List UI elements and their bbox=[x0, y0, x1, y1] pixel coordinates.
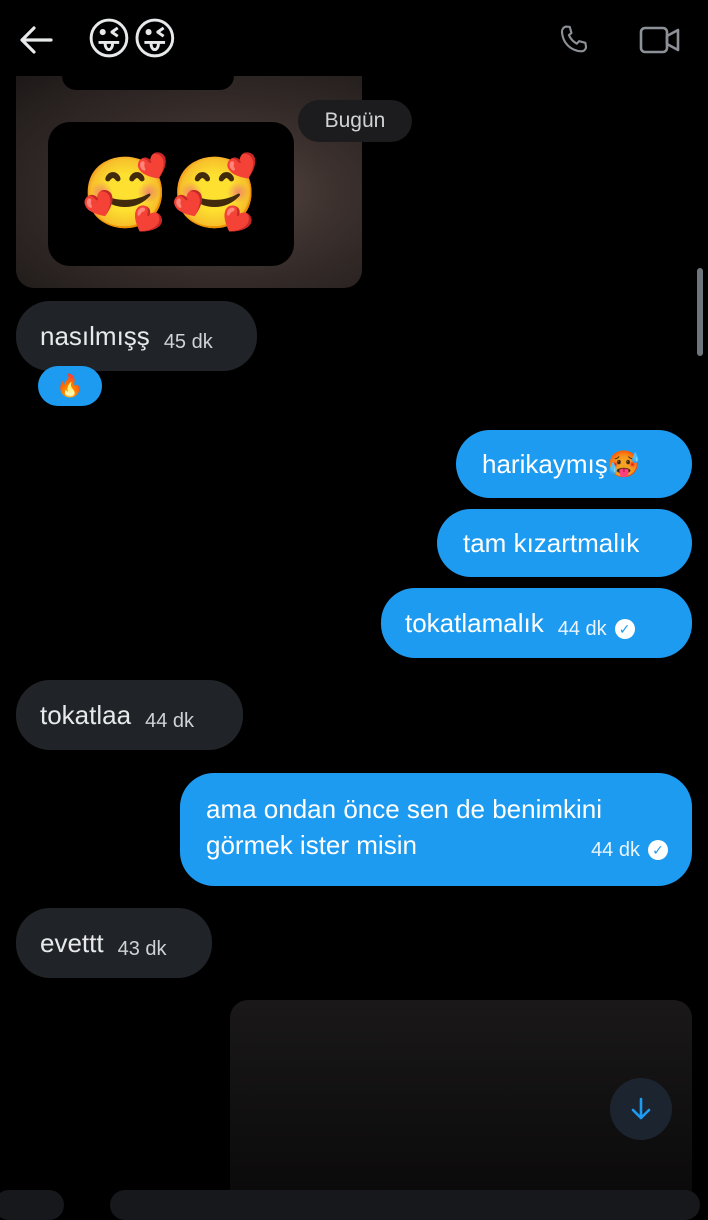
sticker-overlay-top bbox=[62, 62, 234, 90]
message-text: tokatlamalık bbox=[405, 607, 544, 638]
date-separator: Bugün bbox=[298, 100, 412, 142]
video-call-button[interactable] bbox=[636, 20, 684, 60]
message-composer[interactable] bbox=[110, 1190, 700, 1220]
message-time: 43 dk bbox=[117, 937, 167, 960]
message-text: evettt bbox=[40, 927, 104, 958]
composer-button[interactable] bbox=[0, 1190, 64, 1220]
message-time: 44 dk bbox=[591, 839, 640, 861]
back-button[interactable] bbox=[14, 18, 58, 62]
message-incoming[interactable]: tokatlaa 44 dk bbox=[16, 680, 243, 750]
message-outgoing[interactable]: tokatlamalık 44 dk ✓ bbox=[381, 588, 692, 658]
message-text-line: ama ondan önce sen de benimkini bbox=[206, 794, 603, 824]
phone-icon bbox=[560, 25, 588, 53]
message-incoming[interactable]: nasılmışş 45 dk bbox=[16, 301, 257, 371]
arrow-down-icon bbox=[631, 1097, 651, 1120]
scrollbar[interactable] bbox=[697, 268, 703, 356]
reaction-badge[interactable]: 🔥 bbox=[38, 366, 102, 406]
message-incoming[interactable]: evettt 43 dk bbox=[16, 908, 212, 978]
sticker-overlay: 🥰🥰 bbox=[48, 122, 294, 266]
message-text: tam kızartmalık bbox=[463, 527, 640, 558]
message-outgoing[interactable]: tam kızartmalık bbox=[437, 509, 692, 577]
message-outgoing[interactable]: ama ondan önce sen de benimkini görmek i… bbox=[180, 773, 692, 886]
message-outgoing[interactable]: harikaymış🥵 bbox=[456, 430, 692, 498]
voice-call-button[interactable] bbox=[552, 20, 596, 60]
scroll-to-bottom-button[interactable] bbox=[610, 1078, 672, 1140]
read-check-icon: ✓ bbox=[614, 619, 635, 639]
video-camera-icon bbox=[639, 26, 680, 54]
conversation-title[interactable]: 😜😜 bbox=[86, 10, 178, 70]
message-time: 44 dk bbox=[145, 709, 195, 732]
read-check-icon: ✓ bbox=[648, 840, 668, 860]
message-text: harikaymış🥵 bbox=[482, 448, 641, 479]
message-time: 44 dk bbox=[557, 617, 607, 640]
arrow-left-icon bbox=[20, 26, 53, 54]
message-text: tokatlaa bbox=[40, 699, 132, 730]
message-time: 45 dk bbox=[163, 330, 213, 353]
message-text: nasılmışş bbox=[40, 320, 150, 351]
